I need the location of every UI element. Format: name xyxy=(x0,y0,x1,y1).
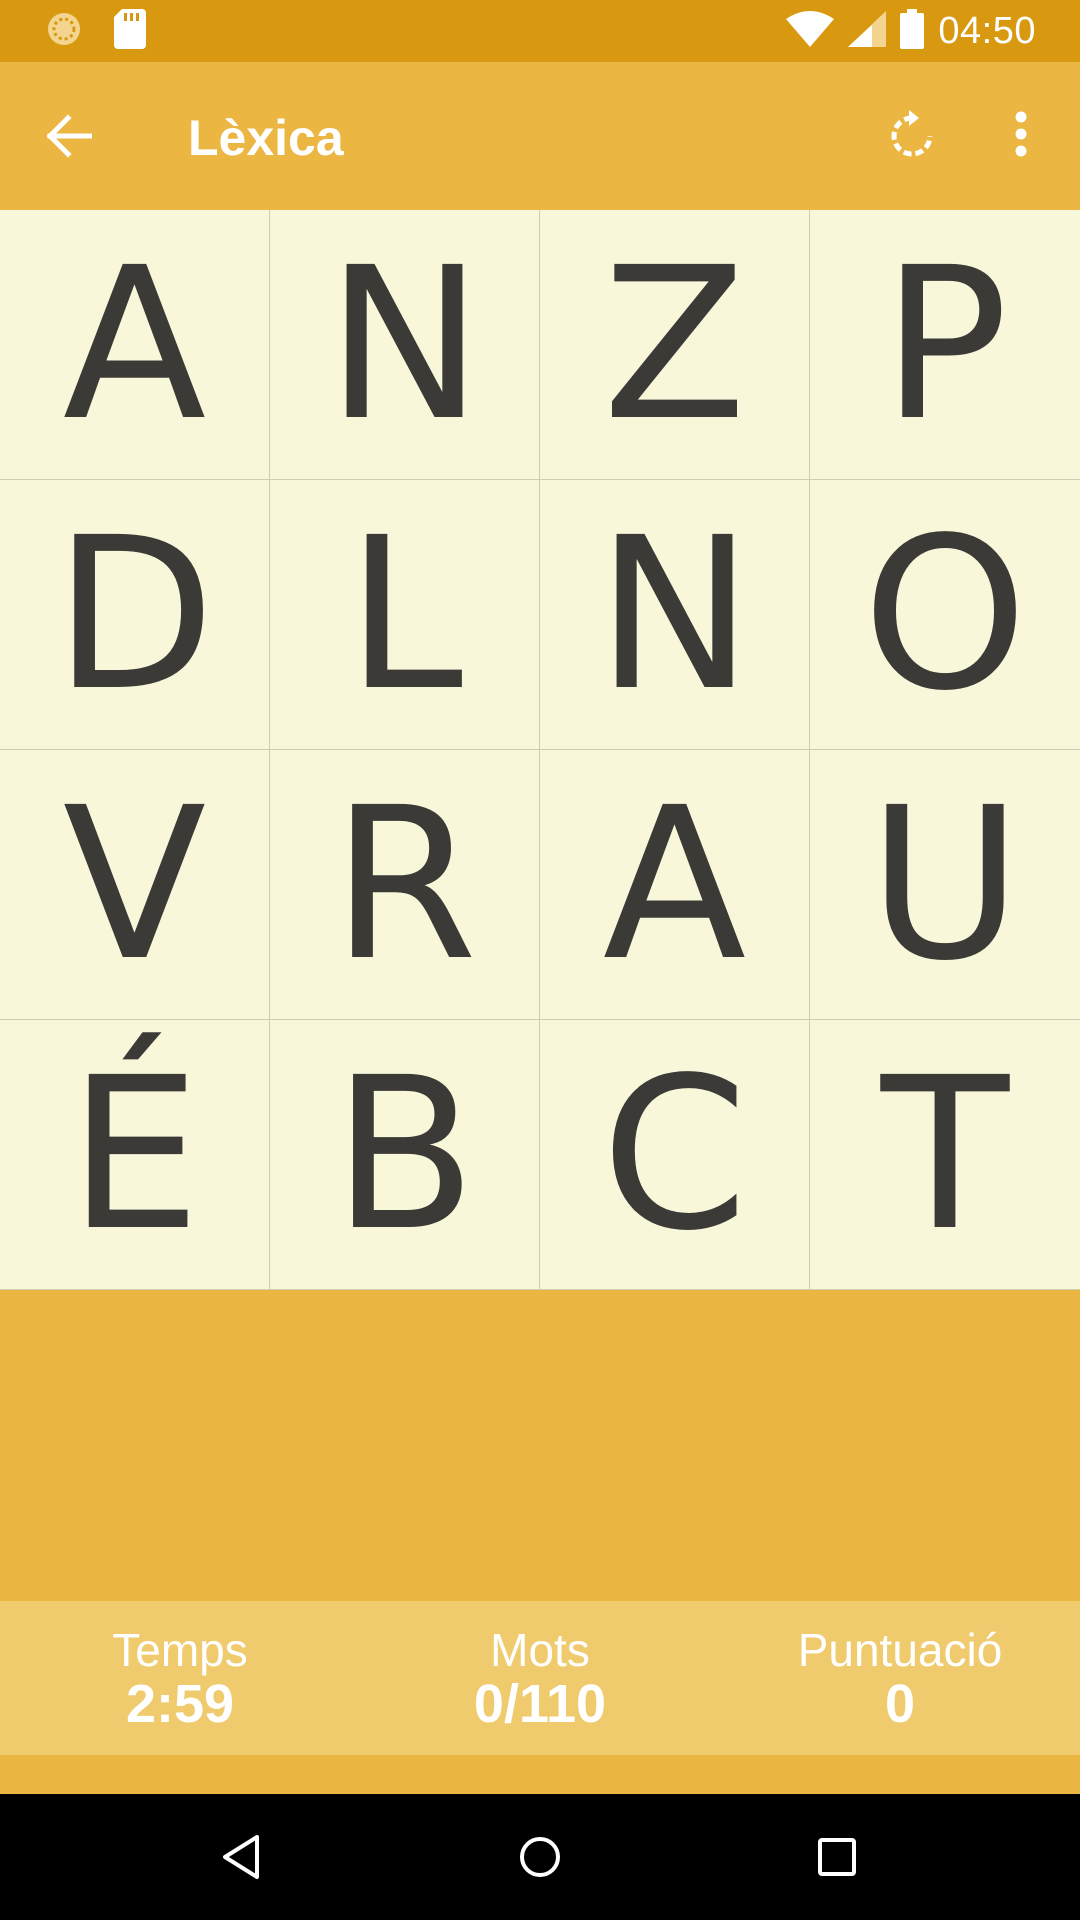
more-options-button[interactable] xyxy=(996,106,1046,166)
tile-letter: P xyxy=(881,221,1009,467)
back-arrow-icon xyxy=(44,113,93,163)
stats-bar: Temps 2:59 Mots 0/110 Puntuació 0 xyxy=(0,1601,1080,1755)
app-bar: Lèxica xyxy=(0,62,1080,210)
letter-tile[interactable]: L xyxy=(270,480,540,750)
back-triangle-icon xyxy=(219,1833,263,1886)
letter-tile[interactable]: T xyxy=(810,1020,1080,1290)
more-vert-icon xyxy=(1015,111,1027,162)
letter-tile[interactable]: N xyxy=(540,480,810,750)
time-stat: Temps 2:59 xyxy=(30,1625,330,1733)
signal-icon xyxy=(848,10,887,52)
status-time: 04:50 xyxy=(938,9,1036,52)
letter-tile[interactable]: V xyxy=(0,750,270,1020)
refresh-button[interactable] xyxy=(882,106,942,166)
score-stat: Puntuació 0 xyxy=(750,1625,1050,1733)
letter-tile[interactable]: Z xyxy=(540,210,810,480)
letter-tile[interactable]: N xyxy=(270,210,540,480)
tile-letter: U xyxy=(868,761,1022,1007)
tile-letter: O xyxy=(862,491,1028,737)
nav-back-button[interactable] xyxy=(206,1824,276,1894)
tile-letter: A xyxy=(602,761,747,1007)
tile-letter: Z xyxy=(602,221,747,467)
tile-letter: R xyxy=(331,761,478,1007)
letter-tile[interactable]: O xyxy=(810,480,1080,750)
wifi-icon xyxy=(786,10,835,52)
tile-letter: B xyxy=(332,1031,477,1277)
tile-letter: T xyxy=(880,1031,1010,1277)
letter-tile[interactable]: A xyxy=(540,750,810,1020)
battery-icon xyxy=(900,8,925,54)
tile-letter: V xyxy=(62,761,207,1007)
letter-tile[interactable]: U xyxy=(810,750,1080,1020)
tile-letter: A xyxy=(62,221,207,467)
score-label: Puntuació xyxy=(797,1624,1003,1676)
tile-letter: C xyxy=(601,1031,748,1277)
navigation-bar xyxy=(0,1794,1080,1920)
letter-tile[interactable]: P xyxy=(810,210,1080,480)
tile-letter: L xyxy=(346,491,463,737)
letter-tile[interactable]: A xyxy=(0,210,270,480)
letter-tile[interactable]: C xyxy=(540,1020,810,1290)
letter-tile[interactable]: B xyxy=(270,1020,540,1290)
letter-tile[interactable]: D xyxy=(0,480,270,750)
back-button[interactable] xyxy=(38,108,98,168)
letter-tile[interactable]: R xyxy=(270,750,540,1020)
page-title: Lèxica xyxy=(188,110,344,166)
tile-letter: D xyxy=(53,491,216,737)
nav-recents-button[interactable] xyxy=(802,1824,872,1894)
tile-letter: N xyxy=(595,491,754,737)
letter-tile[interactable]: É xyxy=(0,1020,270,1290)
tile-letter: N xyxy=(325,221,484,467)
home-circle-icon xyxy=(518,1835,562,1884)
loading-circle-icon xyxy=(44,9,84,54)
nav-home-button[interactable] xyxy=(505,1824,575,1894)
words-label: Mots xyxy=(490,1624,590,1676)
words-stat: Mots 0/110 xyxy=(390,1625,690,1733)
time-value: 2:59 xyxy=(125,1674,235,1734)
recents-square-icon xyxy=(817,1837,857,1882)
words-value: 0/110 xyxy=(473,1674,607,1734)
sd-card-icon xyxy=(114,8,146,54)
status-bar: 04:50 xyxy=(0,0,1080,62)
tile-letter: É xyxy=(68,1031,201,1277)
refresh-icon xyxy=(887,108,937,165)
score-value: 0 xyxy=(884,1674,916,1734)
time-label: Temps xyxy=(112,1624,248,1676)
letter-board: A N Z P D L N O V R A U É B C T xyxy=(0,210,1080,1290)
